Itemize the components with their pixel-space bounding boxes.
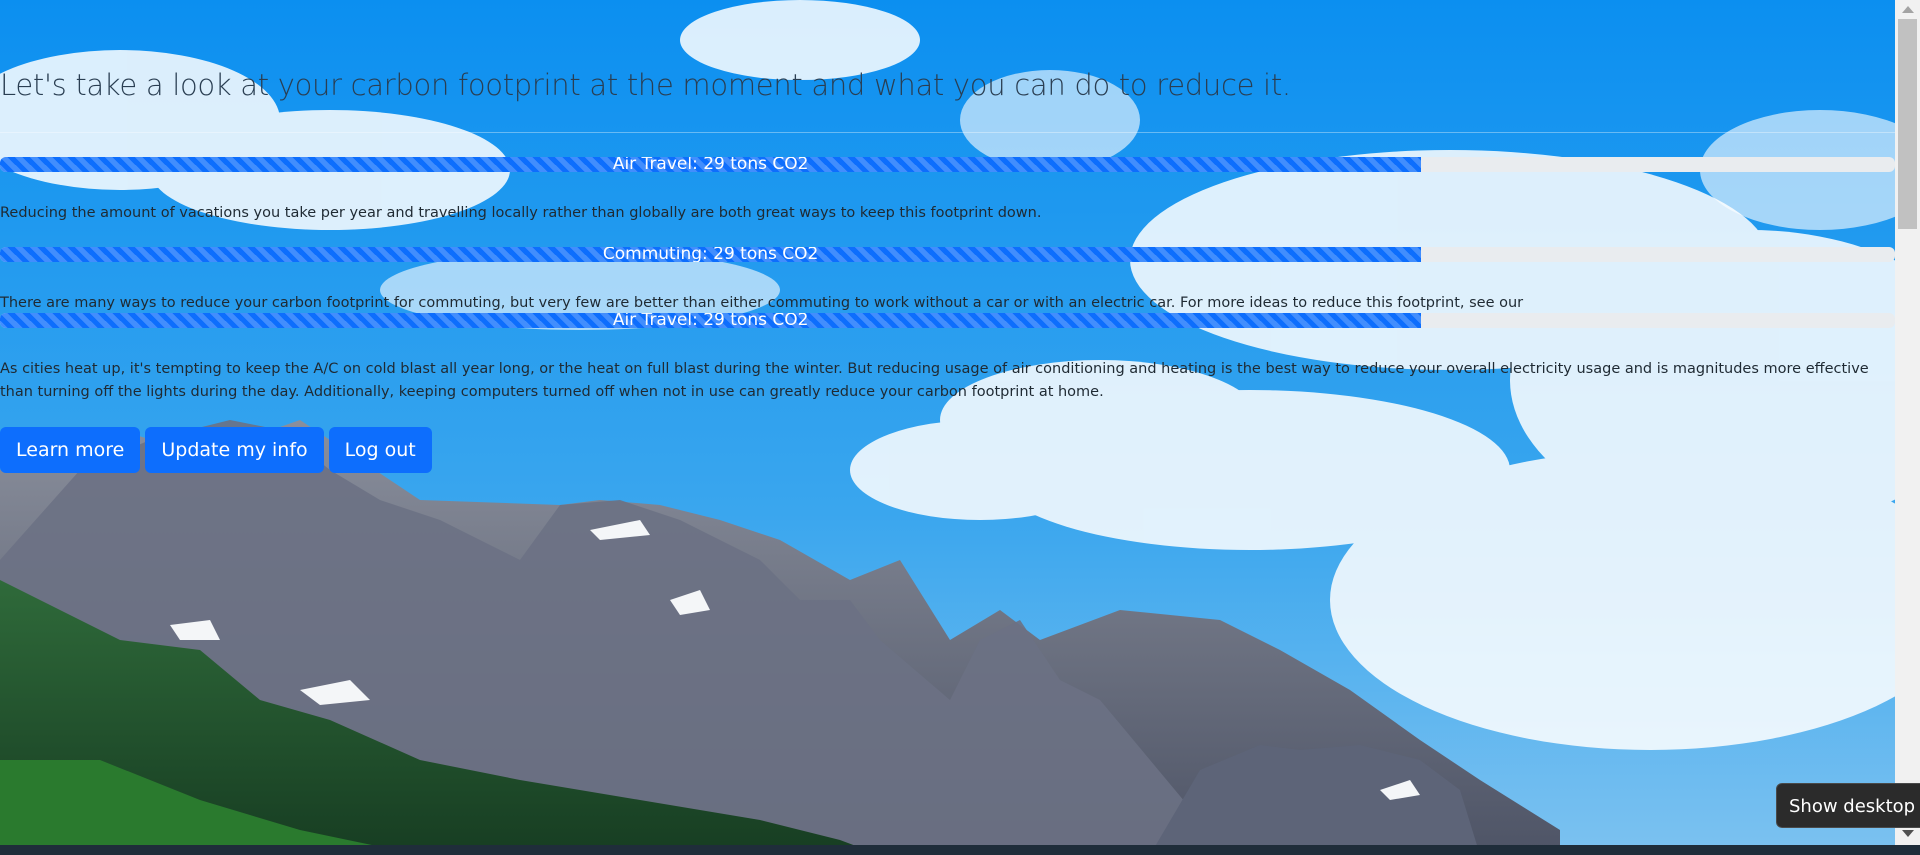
- learn-more-button[interactable]: Learn more: [0, 427, 141, 473]
- scroll-down-icon[interactable]: [1902, 830, 1914, 837]
- commuting-tip: There are many ways to reduce your carbo…: [0, 295, 1524, 311]
- air-travel-tip: Reducing the amount of vacations you tak…: [0, 205, 1042, 221]
- show-desktop-tooltip: Show desktop: [1776, 783, 1920, 828]
- home-energy-tip: As cities heat up, it's tempting to keep…: [0, 361, 1869, 400]
- vertical-scrollbar[interactable]: [1895, 0, 1920, 845]
- update-info-button[interactable]: Update my info: [145, 427, 324, 473]
- commuting-progress-bar: Commuting: 29 tons CO2: [0, 247, 1422, 262]
- scrollbar-thumb[interactable]: [1898, 19, 1917, 229]
- commuting-progress: Commuting: 29 tons CO2: [0, 247, 1895, 262]
- divider: [0, 132, 1895, 133]
- home-energy-progress-bar: Air Travel: 29 tons CO2: [0, 313, 1422, 328]
- page-headline: Let's take a look at your carbon footpri…: [0, 68, 1291, 102]
- air-travel-progress-bar: Air Travel: 29 tons CO2: [0, 157, 1422, 172]
- air-travel-progress: Air Travel: 29 tons CO2: [0, 157, 1895, 172]
- taskbar[interactable]: [0, 845, 1920, 855]
- home-energy-progress: Air Travel: 29 tons CO2: [0, 313, 1895, 328]
- action-buttons: Learn more Update my info Log out: [0, 427, 432, 473]
- log-out-button[interactable]: Log out: [328, 427, 432, 473]
- scroll-up-icon[interactable]: [1902, 6, 1914, 13]
